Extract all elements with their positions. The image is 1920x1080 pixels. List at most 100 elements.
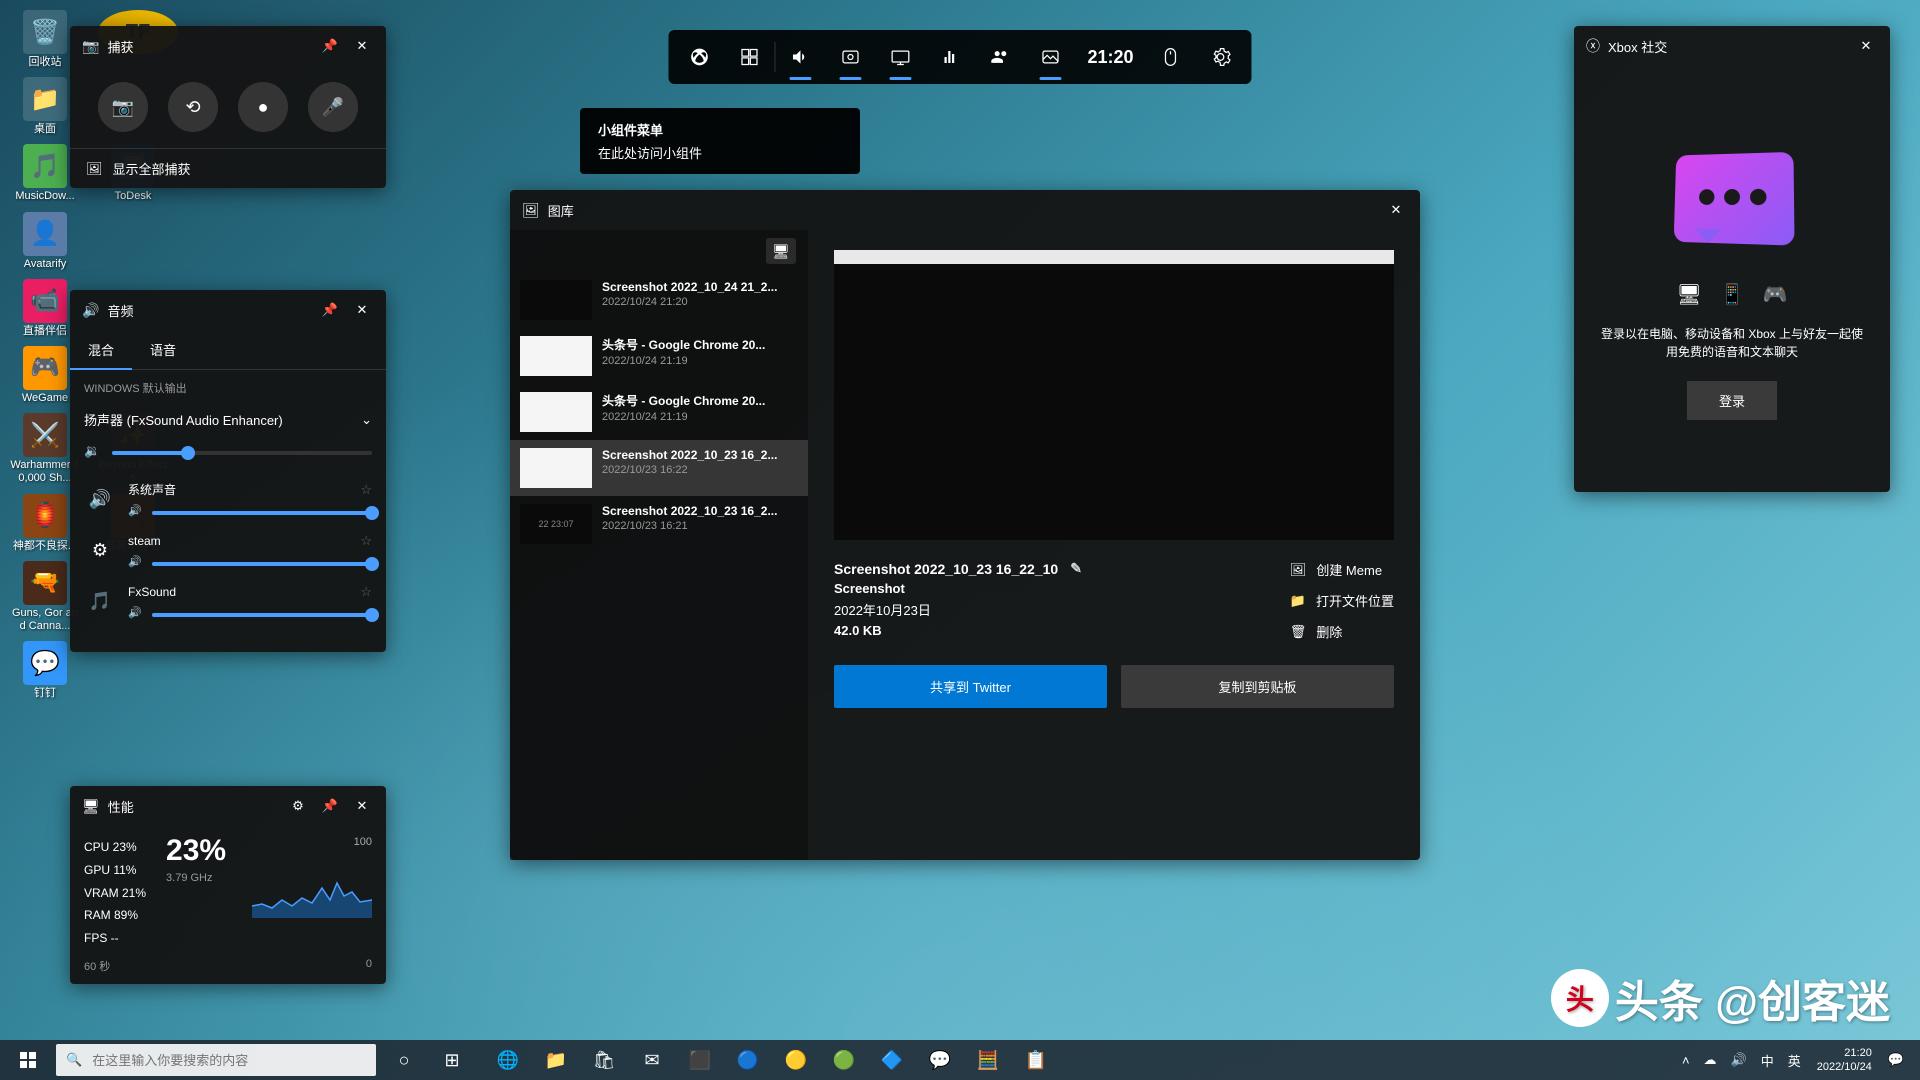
performance-title: 性能	[108, 797, 278, 816]
close-icon[interactable]: ✕	[1854, 34, 1878, 58]
tab-mix[interactable]: 混合	[70, 330, 132, 369]
tray-volume-icon[interactable]: 🔊	[1725, 1052, 1753, 1068]
audio-app-item: 🎵 FxSound☆ 🔊	[70, 576, 386, 627]
tray-cloud-icon[interactable]: ☁	[1698, 1052, 1723, 1068]
resources-icon[interactable]	[925, 30, 975, 84]
screenshot-button[interactable]: 📷	[98, 82, 148, 132]
app-volume-slider[interactable]	[152, 511, 372, 515]
performance-panel: 🖥 性能 ⚙ 📌 ✕ CPU 23% GPU 11% VRAM 21% RAM …	[70, 786, 386, 984]
wechat-icon[interactable]: 💬	[916, 1040, 964, 1080]
taskbar-clock[interactable]: 21:202022/10/24	[1809, 1046, 1880, 1075]
gallery-item[interactable]: Screenshot 2022_10_23 16_2...2022/10/23 …	[510, 440, 808, 496]
performance-icon[interactable]	[875, 30, 925, 84]
share-twitter-button[interactable]: 共享到 Twitter	[834, 665, 1107, 708]
thumbnail	[520, 392, 592, 432]
create-meme-button[interactable]: 🖼创建 Meme	[1290, 560, 1394, 579]
start-button[interactable]	[4, 1040, 52, 1080]
mouse-icon[interactable]	[1146, 30, 1196, 84]
app-volume-slider[interactable]	[152, 562, 372, 566]
desktop-icon-dingding[interactable]: 💬钉钉	[10, 641, 80, 700]
speaker-icon: 🔉	[84, 443, 100, 459]
ime-lang[interactable]: 中	[1755, 1051, 1780, 1070]
gallery-item[interactable]: Screenshot 2022_10_24 21_2...2022/10/24 …	[510, 272, 808, 328]
tray-up-icon[interactable]: ˄	[1676, 1053, 1696, 1068]
app-icon[interactable]: 📋	[1012, 1040, 1060, 1080]
gamebar-time: 21:20	[1075, 47, 1145, 68]
star-icon[interactable]: ☆	[360, 533, 372, 549]
close-icon[interactable]: ✕	[350, 794, 374, 818]
audio-device-select[interactable]: 扬声器 (FxSound Audio Enhancer)⌄	[70, 406, 386, 443]
copy-clipboard-button[interactable]: 复制到剪贴板	[1121, 665, 1394, 708]
social-widget-icon[interactable]	[975, 30, 1025, 84]
gallery-item[interactable]: 头条号 - Google Chrome 20...2022/10/24 21:1…	[510, 384, 808, 440]
thumbnail	[520, 280, 592, 320]
search-input[interactable]	[92, 1053, 366, 1068]
capture-icon[interactable]	[825, 30, 875, 84]
pin-icon[interactable]: 📌	[318, 298, 342, 322]
speaker-icon: 🔊	[82, 302, 99, 319]
app-icon[interactable]: 🟢	[820, 1040, 868, 1080]
app-icon[interactable]: ⬛	[676, 1040, 724, 1080]
cortana-icon[interactable]: ○	[380, 1040, 428, 1080]
desktop-icon-avatarify[interactable]: 👤Avatarify	[10, 212, 80, 271]
gallery-sidebar: 🖥 Screenshot 2022_10_24 21_2...2022/10/2…	[510, 230, 808, 860]
calculator-icon[interactable]: 🧮	[964, 1040, 1012, 1080]
capture-panel: 📷 捕获 📌 ✕ 📷 ⟲ ● 🎤 🖼显示全部捕获	[70, 26, 386, 188]
settings-icon[interactable]	[1196, 30, 1246, 84]
social-description: 登录以在电脑、移动设备和 Xbox 上与好友一起使用免费的语音和文本聊天	[1600, 325, 1864, 361]
xbox-icon[interactable]	[674, 30, 724, 84]
mail-icon[interactable]: ✉	[628, 1040, 676, 1080]
store-icon[interactable]: 🛍	[580, 1040, 628, 1080]
gallery-widget-icon[interactable]	[1025, 30, 1075, 84]
phone-icon: 📱	[1720, 282, 1745, 307]
close-icon[interactable]: ✕	[350, 34, 374, 58]
gallery-filter-button[interactable]: 🖥	[766, 238, 796, 264]
gallery-item[interactable]: 22 23:07 Screenshot 2022_10_23 16_2...20…	[510, 496, 808, 552]
chevron-down-icon: ⌄	[361, 412, 372, 428]
taskview-icon[interactable]: ⊞	[428, 1040, 476, 1080]
edge-icon[interactable]: 🌐	[484, 1040, 532, 1080]
star-icon[interactable]: ☆	[360, 482, 372, 498]
thumbnail	[520, 448, 592, 488]
app-icon[interactable]: 🟡	[772, 1040, 820, 1080]
widgets-icon[interactable]	[724, 30, 774, 84]
options-icon[interactable]: ⚙	[286, 794, 310, 818]
audio-title: 音频	[107, 301, 310, 320]
chrome-icon[interactable]: 🔵	[724, 1040, 772, 1080]
thumbnail	[520, 336, 592, 376]
audio-section-label: WINDOWS 默认输出	[70, 370, 386, 406]
star-icon[interactable]: ☆	[360, 584, 372, 600]
edit-icon[interactable]: ✎	[1070, 560, 1082, 577]
gallery-filename: Screenshot 2022_10_23 16_22_10	[834, 561, 1058, 577]
pin-icon[interactable]: 📌	[318, 34, 342, 58]
mic-button[interactable]: 🎤	[308, 82, 358, 132]
audio-icon[interactable]	[775, 30, 825, 84]
record-last-button[interactable]: ⟲	[168, 82, 218, 132]
taskbar: 🔍 ○ ⊞ 🌐 📁 🛍 ✉ ⬛ 🔵 🟡 🟢 🔷 💬 🧮 📋 ˄ ☁ 🔊 中 英 …	[0, 1040, 1920, 1080]
app-icon: ⚙	[84, 535, 116, 567]
folder-icon: 📁	[1290, 593, 1306, 609]
search-box[interactable]: 🔍	[56, 1044, 376, 1076]
record-button[interactable]: ●	[238, 82, 288, 132]
trash-icon: 🗑	[1290, 624, 1307, 640]
perf-big-number: 23%	[166, 836, 226, 866]
open-location-button[interactable]: 📁打开文件位置	[1290, 591, 1394, 610]
app-icon[interactable]: 🔷	[868, 1040, 916, 1080]
login-button[interactable]: 登录	[1687, 381, 1777, 420]
tab-voice[interactable]: 语音	[132, 330, 194, 369]
ime-mode[interactable]: 英	[1782, 1051, 1807, 1070]
app-icon: 🎵	[84, 586, 116, 618]
notifications-icon[interactable]: 💬	[1882, 1052, 1910, 1068]
pin-icon[interactable]: 📌	[318, 794, 342, 818]
close-icon[interactable]: ✕	[1384, 198, 1408, 222]
master-volume-slider[interactable]	[112, 451, 372, 455]
xbox-icon: ⓧ	[1586, 36, 1600, 56]
gamebar-toolbar: 21:20	[668, 30, 1251, 84]
explorer-icon[interactable]: 📁	[532, 1040, 580, 1080]
perf-stats: CPU 23% GPU 11% VRAM 21% RAM 89% FPS --	[84, 836, 146, 950]
close-icon[interactable]: ✕	[350, 298, 374, 322]
delete-button[interactable]: 🗑删除	[1290, 622, 1394, 641]
gallery-item[interactable]: 头条号 - Google Chrome 20...2022/10/24 21:1…	[510, 328, 808, 384]
app-volume-slider[interactable]	[152, 613, 372, 617]
show-all-captures[interactable]: 🖼显示全部捕获	[70, 148, 386, 188]
